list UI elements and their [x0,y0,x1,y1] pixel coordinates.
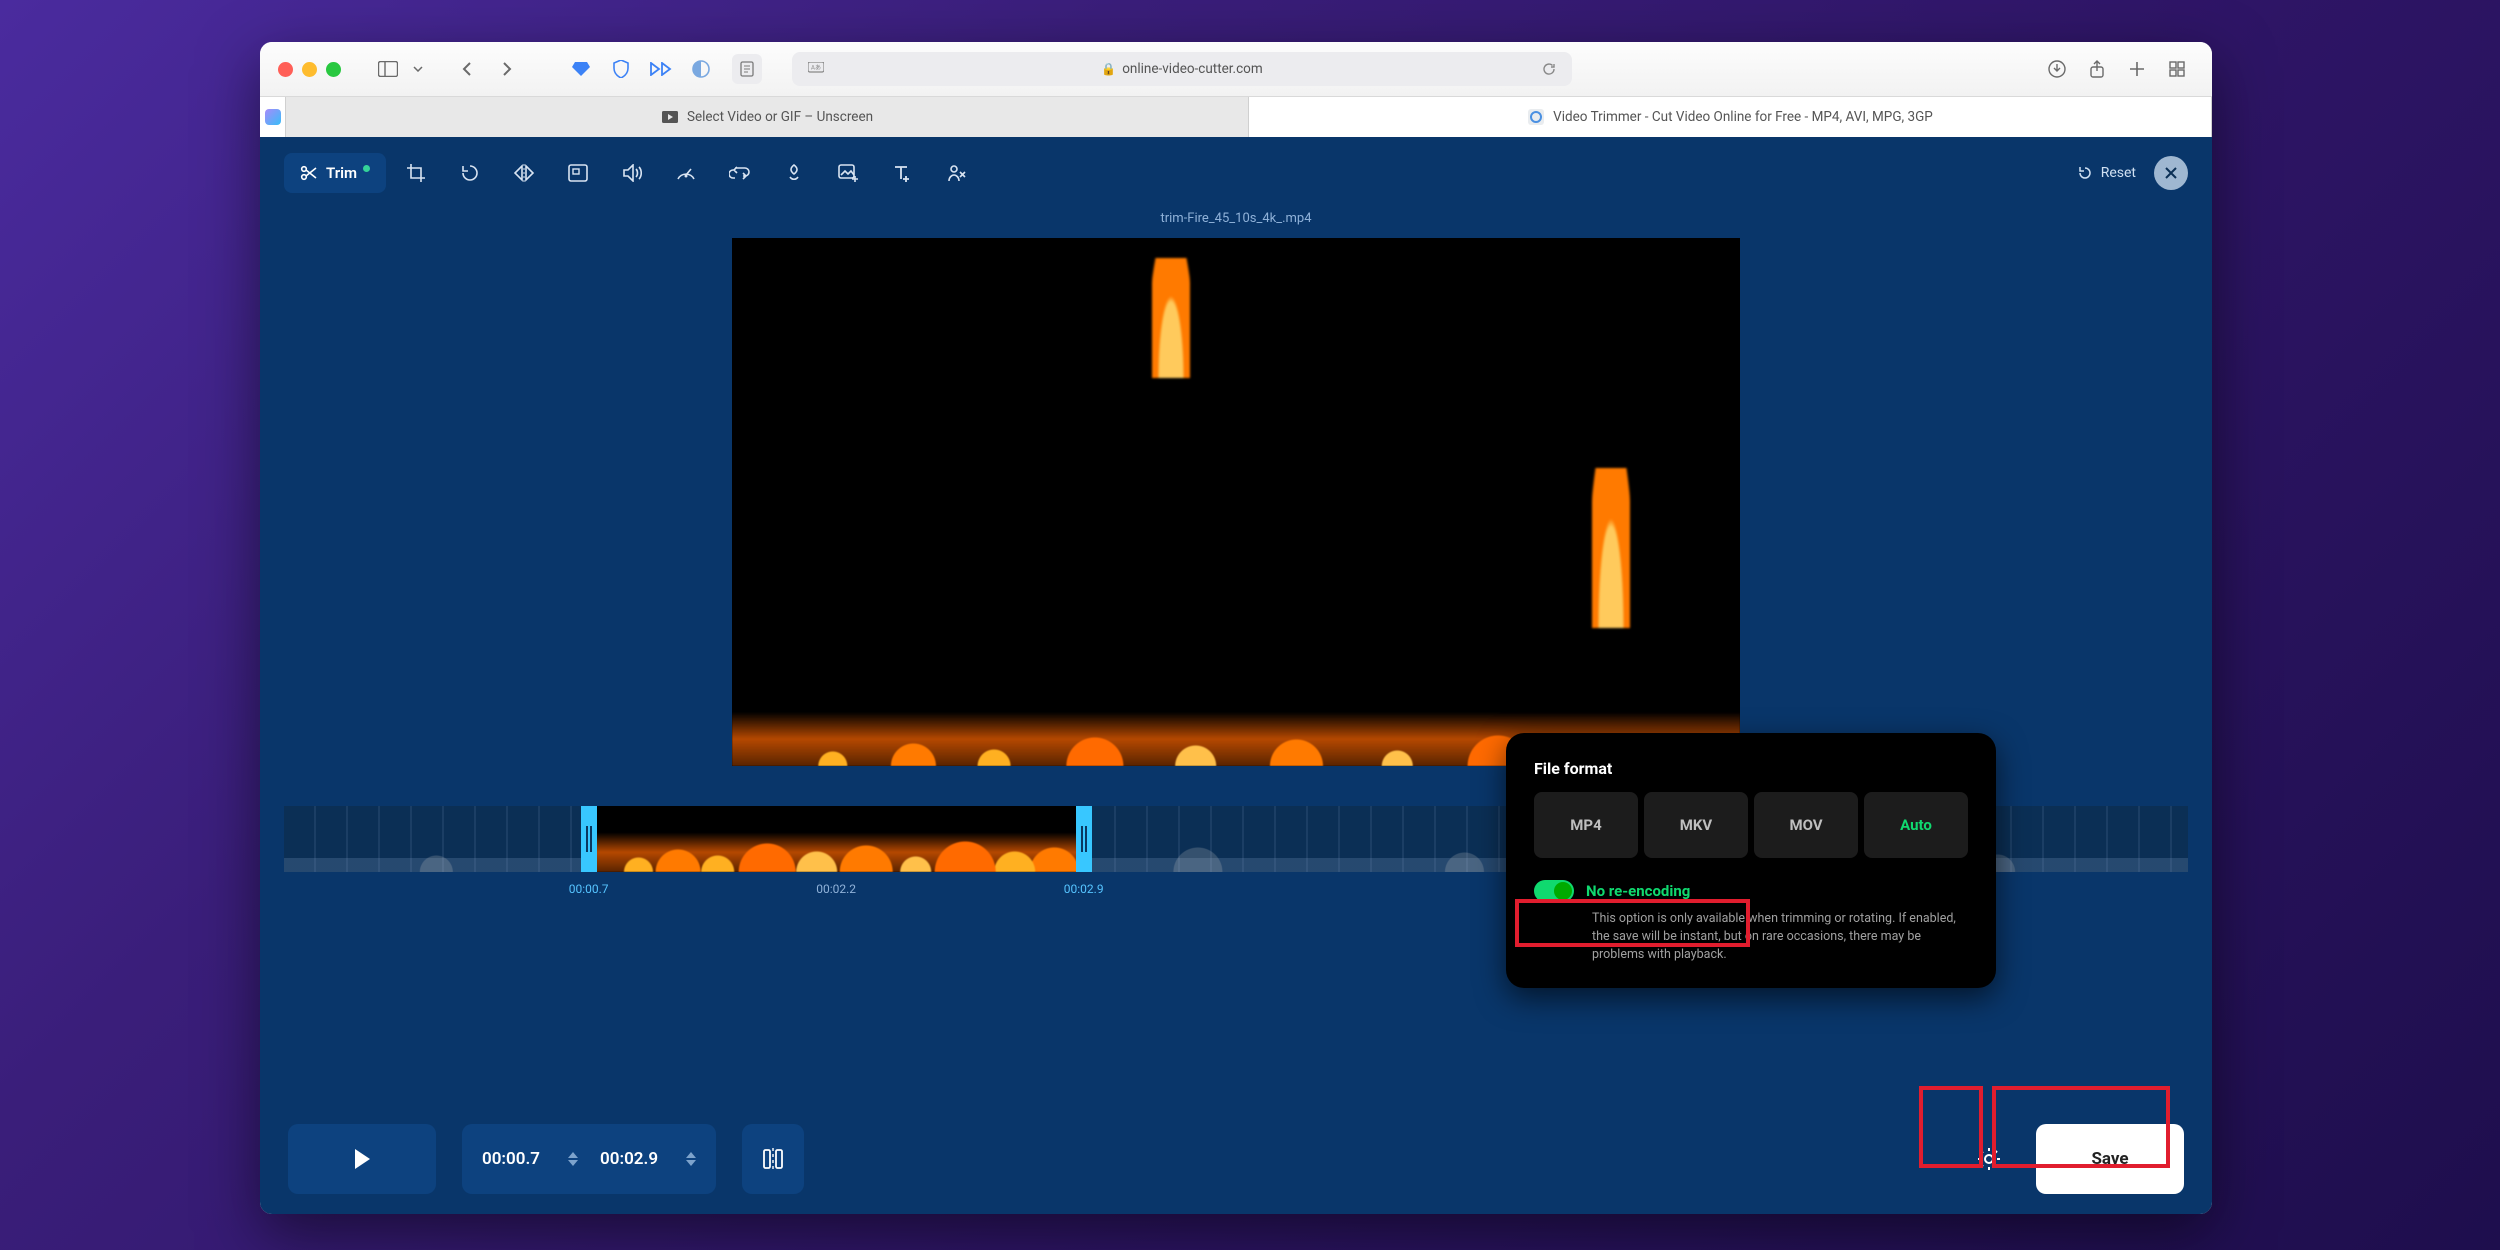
end-time-input[interactable]: 00:02.9 [600,1149,658,1169]
extension-shield-icon[interactable] [604,54,638,84]
tab-label: Select Video or GIF – Unscreen [687,109,873,125]
settings-button[interactable] [1960,1132,2018,1186]
sidebar-toggle-icon[interactable] [371,54,405,84]
site-settings-icon[interactable]: Aあ [808,62,824,76]
close-icon [2164,166,2178,180]
no-reencoding-row: No re-encoding [1534,880,1968,902]
nav-forward-button[interactable] [490,54,524,84]
start-time-stepper[interactable] [568,1152,578,1166]
video-preview[interactable] [732,238,1740,766]
sidebar-dropdown-chevron-icon[interactable] [408,54,428,84]
new-tab-icon[interactable] [2120,54,2154,84]
timeline-selection[interactable] [589,806,1084,872]
flip-tool-button[interactable] [500,153,548,193]
minimize-window-button[interactable] [302,62,317,77]
resize-tool-button[interactable] [554,153,602,193]
flame-decor [1592,468,1630,628]
loop-tool-button[interactable] [716,153,764,193]
tab-unscreen[interactable]: Select Video or GIF – Unscreen [286,97,1249,137]
play-button[interactable] [288,1124,436,1194]
reset-label: Reset [2101,165,2136,181]
flame-decor [1152,258,1190,378]
play-icon [352,1148,372,1170]
crop-tool-button[interactable] [392,153,440,193]
undo-icon [2077,165,2093,181]
bottom-controls: 00:00.7 00:02.9 Save [260,1104,2212,1214]
pinned-tab[interactable] [260,97,286,137]
video-file-icon [661,108,679,126]
tab-video-trimmer[interactable]: Video Trimmer - Cut Video Online for Fre… [1249,97,2212,137]
browser-tabs: Select Video or GIF – Unscreen Video Tri… [260,97,2212,137]
gear-icon [1976,1146,2002,1172]
address-bar[interactable]: 🔒 online-video-cutter.com Aあ [792,52,1572,86]
active-indicator [363,165,370,172]
format-options: MP4MKVMOVAuto [1534,792,1968,858]
no-reencoding-toggle[interactable] [1534,880,1574,902]
popover-description: This option is only available when trimm… [1534,910,1968,964]
video-editor-app: Trim Reset trim-Fire_45_10s_4k_.mp4 [260,137,2212,1214]
trim-end-handle[interactable] [1076,806,1092,872]
trim-end-time: 00:02.9 [1064,882,1104,896]
trim-tool-button[interactable]: Trim [284,153,386,193]
add-text-tool-button[interactable] [878,153,926,193]
volume-tool-button[interactable] [608,153,656,193]
extension-moon-icon[interactable] [684,54,718,84]
nav-back-button[interactable] [450,54,484,84]
downloads-icon[interactable] [2040,54,2074,84]
end-time-stepper[interactable] [686,1152,696,1166]
save-label: Save [2091,1149,2128,1169]
save-button[interactable]: Save [2036,1124,2184,1194]
format-popover: File format MP4MKVMOVAuto No re-encoding… [1506,733,1996,988]
tool-row: Trim Reset [260,137,2212,201]
tab-label: Video Trimmer - Cut Video Online for Fre… [1553,109,1933,125]
lock-icon: 🔒 [1101,62,1116,76]
titlebar: 🔒 online-video-cutter.com Aあ [260,42,2212,97]
add-image-tool-button[interactable] [824,153,872,193]
speed-tool-button[interactable] [662,153,710,193]
tab-overview-icon[interactable] [2160,54,2194,84]
scissors-icon [300,164,318,182]
site-favicon-icon [1527,108,1545,126]
format-option-mov[interactable]: MOV [1754,792,1858,858]
trim-start-time: 00:00.7 [569,882,609,896]
trim-label: Trim [326,164,357,182]
extension-gem-icon[interactable] [564,54,598,84]
browser-window: 🔒 online-video-cutter.com Aあ [260,42,2212,1214]
trim-mid-time: 00:02.2 [816,882,856,896]
svg-text:Aあ: Aあ [811,65,821,72]
format-option-mp4[interactable]: MP4 [1534,792,1638,858]
format-option-mkv[interactable]: MKV [1644,792,1748,858]
time-input-group: 00:00.7 00:02.9 [462,1124,716,1194]
maximize-window-button[interactable] [326,62,341,77]
reload-icon[interactable] [1542,62,1556,76]
share-icon[interactable] [2080,54,2114,84]
popover-title: File format [1534,759,1968,778]
split-button[interactable] [742,1124,804,1194]
stabilize-tool-button[interactable] [770,153,818,193]
start-time-input[interactable]: 00:00.7 [482,1149,540,1169]
format-option-auto[interactable]: Auto [1864,792,1968,858]
no-reencoding-label: No re-encoding [1586,882,1690,900]
trim-start-handle[interactable] [581,806,597,872]
close-editor-button[interactable] [2154,156,2188,190]
rotate-tool-button[interactable] [446,153,494,193]
extension-fast-forward-icon[interactable] [644,54,678,84]
reader-mode-icon[interactable] [732,54,762,84]
split-icon [762,1147,784,1171]
url-text: online-video-cutter.com [1122,61,1263,77]
reset-button[interactable]: Reset [2077,165,2136,181]
close-window-button[interactable] [278,62,293,77]
filename-label: trim-Fire_45_10s_4k_.mp4 [260,211,2212,226]
remove-logo-tool-button[interactable] [932,153,980,193]
window-controls [278,62,341,77]
